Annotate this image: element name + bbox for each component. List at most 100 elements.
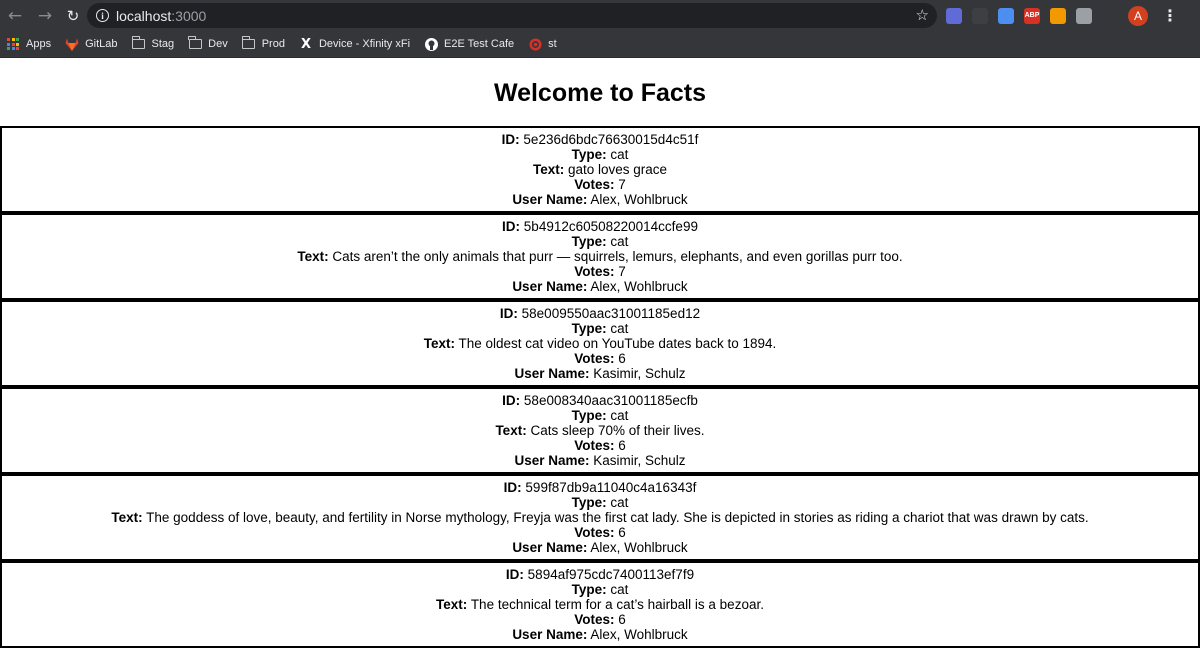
fact-id-value: 58e008340aac31001185ecfb [523, 393, 698, 408]
page-content: Welcome to Facts ID: 5e236d6bdc76630015d… [0, 58, 1200, 649]
fact-text-value: Cats sleep 70% of their lives. [530, 423, 705, 438]
fact-user-name-line: User Name: Kasimir, Schulz [2, 366, 1198, 381]
fact-votes-line: Votes: 7 [2, 177, 1198, 192]
fact-user-name-label: User Name: [512, 279, 588, 294]
bookmark-device-xfinity-xfi[interactable]: X Device - Xfinity xFi [299, 36, 411, 52]
bookmark-star-icon[interactable]: ☆ [916, 6, 929, 24]
bookmark-prod[interactable]: Prod [241, 36, 285, 51]
fact-id-line: ID: 58e009550aac31001185ed12 [2, 306, 1198, 321]
fact-user-name-value: Alex, Wohlbruck [590, 192, 688, 207]
extension-1-icon[interactable] [946, 7, 962, 24]
forward-arrow-icon[interactable]: → [32, 3, 58, 29]
fact-type-value: cat [610, 147, 629, 162]
fact-user-name-line: User Name: Alex, Wohlbruck [2, 279, 1198, 294]
fact-type-line: Type: cat [2, 408, 1198, 423]
bookmark-e2e-test-cafe[interactable]: E2E Test Cafe [424, 37, 514, 51]
fact-id-value: 5894af975cdc7400113ef7f9 [527, 567, 695, 582]
folder-icon [241, 36, 256, 51]
fact-type-label: Type: [571, 321, 607, 336]
bookmark-label: Prod [261, 38, 285, 50]
fact-text-value: The technical term for a cat’s hairball … [470, 597, 764, 612]
fact-user-name-line: User Name: Alex, Wohlbruck [2, 627, 1198, 642]
extensions-area: ABP A ⋮ [946, 4, 1178, 27]
fact-id-line: ID: 5894af975cdc7400113ef7f9 [2, 567, 1198, 582]
bookmarks-bar: Apps GitLab Stag Dev Prod X Device - Xfinity x… [0, 31, 1200, 58]
fact-votes-line: Votes: 6 [2, 351, 1198, 366]
fact-id-line: ID: 599f87db9a11040c4a16343f [2, 480, 1198, 495]
site-info-icon[interactable]: i [96, 9, 109, 22]
fact-id-label: ID: [503, 480, 522, 495]
fact-user-name-label: User Name: [514, 453, 590, 468]
calculator-icon[interactable] [1050, 7, 1066, 24]
fact-card: ID: 5b4912c60508220014ccfe99 Type: cat Tex… [0, 213, 1200, 300]
fact-type-value: cat [610, 234, 629, 249]
fact-id-label: ID: [505, 567, 524, 582]
fact-id-label: ID: [502, 219, 521, 234]
fact-type-label: Type: [571, 495, 607, 510]
github-icon [424, 37, 438, 51]
fact-votes-line: Votes: 6 [2, 612, 1198, 627]
fact-votes-value: 6 [618, 525, 626, 540]
fact-user-name-label: User Name: [512, 540, 588, 555]
fact-card: ID: 58e008340aac31001185ecfb Type: cat Tex… [0, 387, 1200, 474]
fact-id-value: 5b4912c60508220014ccfe99 [523, 219, 698, 234]
fact-votes-value: 7 [618, 177, 626, 192]
address-bar[interactable]: i localhost:3000 ☆ [87, 3, 937, 28]
xfinity-icon: X [300, 36, 311, 52]
fact-user-name-line: User Name: Kasimir, Schulz [2, 453, 1198, 468]
extension-3-icon[interactable] [998, 7, 1014, 24]
fact-id-line: ID: 5e236d6bdc76630015d4c51f [2, 132, 1198, 147]
media-control-icon[interactable] [1102, 7, 1118, 24]
fact-text-line: Text: The technical term for a cat’s hai… [2, 597, 1198, 612]
browser-toolbar: ← → ↻ i localhost:3000 ☆ ABP A ⋮ [0, 0, 1200, 31]
adblock-plus-icon[interactable]: ABP [1024, 7, 1040, 24]
fact-user-name-value: Alex, Wohlbruck [590, 540, 688, 555]
fact-votes-label: Votes: [574, 264, 615, 279]
reload-icon[interactable]: ↻ [60, 3, 86, 29]
fact-id-value: 58e009550aac31001185ed12 [521, 306, 701, 321]
fact-user-name-value: Alex, Wohlbruck [590, 279, 688, 294]
bookmark-apps[interactable]: Apps [6, 37, 51, 51]
fact-text-value: Cats aren’t the only animals that purr —… [332, 249, 903, 264]
fact-type-label: Type: [571, 147, 607, 162]
fact-text-line: Text: Cats sleep 70% of their lives. [2, 423, 1198, 438]
fact-user-name-label: User Name: [514, 366, 590, 381]
target-icon [528, 37, 542, 51]
bookmark-label: st [548, 38, 557, 50]
extension-2-icon[interactable] [972, 7, 988, 24]
url-port: :3000 [171, 7, 207, 24]
back-arrow-icon[interactable]: ← [2, 3, 28, 29]
fact-votes-label: Votes: [574, 177, 615, 192]
bookmark-stag[interactable]: Stag [131, 36, 174, 51]
bookmark-label: GitLab [85, 38, 118, 50]
fact-type-value: cat [610, 408, 629, 423]
bookmark-label: Device - Xfinity xFi [318, 38, 411, 50]
fact-user-name-value: Alex, Wohlbruck [590, 627, 688, 642]
bookmark-label: Apps [26, 38, 52, 50]
fact-user-name-line: User Name: Alex, Wohlbruck [2, 540, 1198, 555]
profile-avatar[interactable]: A [1128, 5, 1148, 26]
fact-type-label: Type: [571, 234, 607, 249]
facts-list: ID: 5e236d6bdc76630015d4c51f Type: cat Tex… [0, 126, 1200, 648]
extension-6-icon[interactable] [1076, 7, 1092, 24]
fact-text-label: Text: [436, 597, 468, 612]
bookmark-dev[interactable]: Dev [188, 36, 228, 51]
fact-votes-label: Votes: [574, 351, 615, 366]
folder-icon [131, 36, 146, 51]
fact-type-label: Type: [571, 582, 607, 597]
browser-menu-icon[interactable]: ⋮ [1162, 6, 1178, 25]
fact-id-label: ID: [499, 306, 518, 321]
bookmark-gitlab[interactable]: GitLab [65, 37, 118, 51]
fact-votes-label: Votes: [574, 525, 615, 540]
fact-text-value: The goddess of love, beauty, and fertili… [146, 510, 1089, 525]
fact-text-label: Text: [111, 510, 143, 525]
fact-user-name-value: Kasimir, Schulz [593, 453, 686, 468]
fact-user-name-line: User Name: Alex, Wohlbruck [2, 192, 1198, 207]
fact-votes-value: 6 [618, 351, 626, 366]
fact-id-value: 599f87db9a11040c4a16343f [525, 480, 697, 495]
fact-text-label: Text: [532, 162, 565, 177]
fact-card: ID: 58e009550aac31001185ed12 Type: cat Tex… [0, 300, 1200, 387]
fact-user-name-label: User Name: [512, 627, 588, 642]
fact-votes-line: Votes: 6 [2, 525, 1198, 540]
bookmark-st[interactable]: st [528, 37, 557, 51]
